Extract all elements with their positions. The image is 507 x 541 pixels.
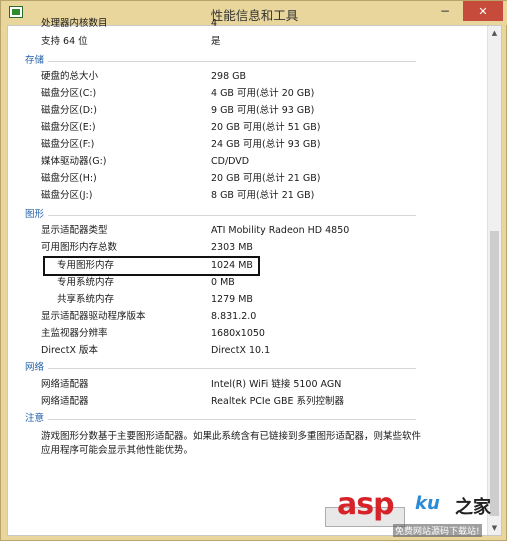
row-label: 主监视器分辨率: [41, 328, 108, 339]
row-value: CD/DVD: [211, 156, 250, 167]
row-label: 磁盘分区(C:): [41, 88, 97, 99]
row-value: 8 GB 可用(总计 21 GB): [211, 190, 315, 201]
row-label: 硬盘的总大小: [41, 71, 99, 82]
scroll-up-arrow-icon[interactable]: ▲: [488, 26, 501, 40]
section-divider: [48, 215, 416, 216]
row-value: 4: [211, 18, 218, 29]
watermark-zhi: 之家: [455, 497, 491, 518]
row-value: Realtek PCIe GBE 系列控制器: [211, 396, 345, 407]
row-label: 共享系统内存: [57, 294, 115, 305]
row-value: 是: [211, 36, 221, 47]
row-label: 磁盘分区(H:): [41, 173, 97, 184]
watermark-sub: 免费网站源码下载站!: [393, 524, 482, 537]
row-value: 2303 MB: [211, 242, 253, 253]
row-label: 可用图形内存总数: [41, 242, 118, 253]
row-value: 20 GB 可用(总计 21 GB): [211, 173, 321, 184]
performance-info-window: 性能信息和工具 − 处理器内核数目 4 支持 64 位 是 存储 硬盘的总大小 …: [0, 0, 507, 541]
row-label: 支持 64 位: [41, 36, 88, 47]
row-value: 298 GB: [211, 71, 247, 82]
row-label: 磁盘分区(F:): [41, 139, 95, 150]
section-divider: [48, 419, 416, 420]
row-value: 24 GB 可用(总计 93 GB): [211, 139, 321, 150]
row-label: 磁盘分区(E:): [41, 122, 96, 133]
close-button[interactable]: [463, 1, 503, 21]
vertical-scrollbar[interactable]: ▲ ▼: [487, 26, 501, 535]
row-value: DirectX 10.1: [211, 345, 271, 356]
row-value: 20 GB 可用(总计 51 GB): [211, 122, 321, 133]
row-label: 网络适配器: [41, 396, 89, 407]
row-label: 媒体驱动器(G:): [41, 156, 107, 167]
row-value: 0 MB: [211, 277, 235, 288]
info-panel: 处理器内核数目 4 支持 64 位 是 存储 硬盘的总大小 298 GB 磁盘分…: [7, 18, 502, 536]
row-label: 磁盘分区(J:): [41, 190, 93, 201]
section-divider: [48, 368, 416, 369]
row-value: 4 GB 可用(总计 20 GB): [211, 88, 315, 99]
section-storage-title: 存储: [25, 55, 45, 66]
row-label: 网络适配器: [41, 379, 89, 390]
notes-text: 游戏图形分数基于主要图形适配器。如果此系统含有已链接到多重图形适配器，则某些软件…: [41, 431, 422, 456]
section-divider: [48, 61, 416, 62]
row-value: Intel(R) WiFi 链接 5100 AGN: [211, 379, 342, 390]
row-value: 1680x1050: [211, 328, 265, 339]
scroll-thumb[interactable]: [490, 231, 499, 516]
row-label: DirectX 版本: [41, 345, 98, 356]
watermark-logo: asp ku 之家 免费网站源码下载站!: [337, 487, 507, 539]
row-label: 显示适配器类型: [41, 225, 108, 236]
section-network-title: 网络: [25, 362, 45, 373]
watermark-ku: ku: [415, 493, 440, 514]
row-label: 专用图形内存: [57, 260, 115, 271]
row-label: 处理器内核数目: [41, 18, 108, 29]
row-label: 磁盘分区(D:): [41, 105, 97, 116]
section-notes-title: 注意: [25, 413, 45, 424]
row-value: ATI Mobility Radeon HD 4850: [211, 225, 350, 236]
minimize-button[interactable]: −: [432, 1, 458, 21]
watermark-main: asp: [337, 487, 395, 522]
row-value: 9 GB 可用(总计 93 GB): [211, 105, 315, 116]
row-label: 显示适配器驱动程序版本: [41, 311, 146, 322]
section-graphics-title: 图形: [25, 209, 45, 220]
row-label: 专用系统内存: [57, 277, 115, 288]
row-value: 8.831.2.0: [211, 311, 257, 322]
row-value: 1024 MB: [211, 260, 253, 271]
row-value: 1279 MB: [211, 294, 253, 305]
